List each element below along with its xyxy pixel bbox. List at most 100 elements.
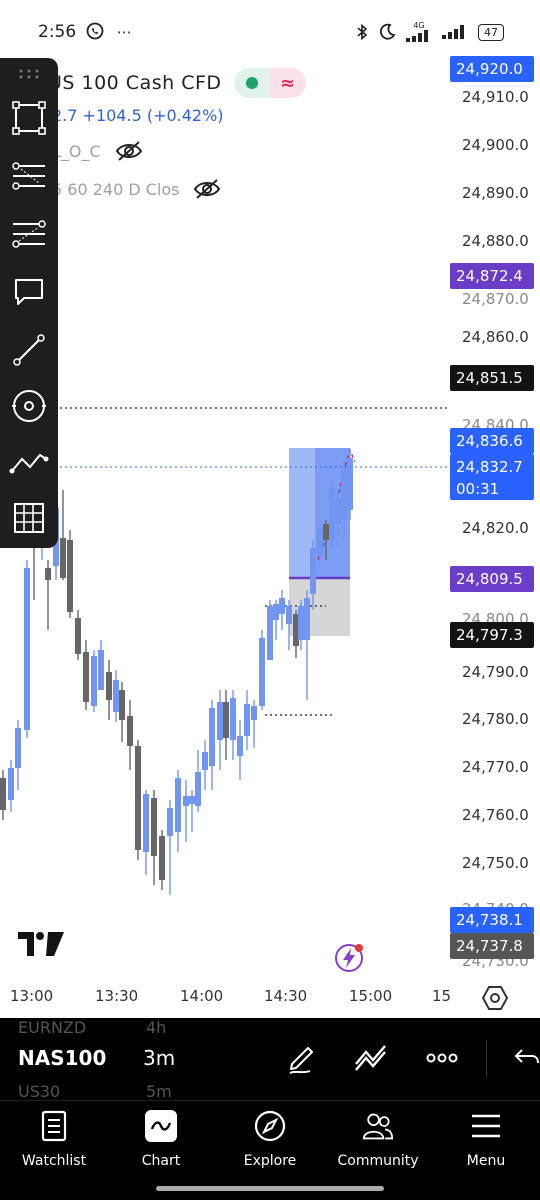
candle-body <box>195 772 201 806</box>
watchlist-icon <box>38 1109 70 1143</box>
tool-circle[interactable] <box>9 386 49 426</box>
candle-body <box>223 702 229 738</box>
candle-body <box>202 752 208 770</box>
price-label-black-lower: 24,797.3 <box>450 622 534 648</box>
indicator-row-1[interactable]: L_O_C <box>52 140 143 162</box>
candle-body <box>98 650 104 690</box>
timeframe-current[interactable]: 3m <box>143 1046 175 1070</box>
candle-body <box>237 736 243 756</box>
candle-body <box>0 778 6 810</box>
symbol-prev[interactable]: EURNZD <box>18 1018 86 1037</box>
buy-sell-pill[interactable]: ≈ <box>233 68 306 98</box>
home-indicator[interactable] <box>156 1186 384 1191</box>
candle-body <box>83 652 89 702</box>
tool-trend-line[interactable] <box>9 330 49 370</box>
time-label: 15:00 <box>349 987 393 1005</box>
candle-body <box>45 568 51 580</box>
tool-grid[interactable] <box>9 498 49 538</box>
tool-rectangle[interactable] <box>9 98 49 138</box>
eye-off-icon[interactable] <box>193 178 221 200</box>
candle-body <box>127 716 133 746</box>
horizontal-lines-icon <box>12 162 45 190</box>
system-icons: 4G 47 <box>356 22 504 42</box>
price-tick: 24,880.0 <box>462 232 529 250</box>
nav-chart[interactable]: Chart <box>111 1109 211 1173</box>
path-icon <box>9 453 49 474</box>
chart-icon <box>145 1109 177 1143</box>
symbol-current[interactable]: NAS100 <box>18 1046 106 1070</box>
candle-body <box>67 540 73 612</box>
candle-body <box>244 704 250 736</box>
nav-menu[interactable]: Menu <box>436 1109 536 1173</box>
nav-community[interactable]: Community <box>328 1109 428 1173</box>
candle-body <box>298 606 304 640</box>
pitchfork-icon <box>12 220 46 248</box>
battery-icon: 47 <box>478 23 504 41</box>
tool-comment[interactable] <box>9 272 49 312</box>
drawing-toolbar[interactable] <box>0 58 58 548</box>
candle-body <box>304 598 310 640</box>
symbol-next[interactable]: US30 <box>18 1082 60 1100</box>
candle-body <box>267 606 273 660</box>
candle-body <box>60 538 66 578</box>
candle-body <box>75 618 81 654</box>
symbol-title[interactable]: US 100 Cash CFD <box>48 72 222 94</box>
undo-icon[interactable] <box>508 1040 540 1076</box>
candle-body <box>15 728 21 768</box>
wave-icon: ≈ <box>269 68 306 98</box>
price-tick: 24,750.0 <box>462 854 529 872</box>
candle-body <box>286 606 292 624</box>
nav-explore[interactable]: Explore <box>220 1109 320 1173</box>
price-tick: 24,910.0 <box>462 88 529 106</box>
time-label: 13:30 <box>95 987 139 1005</box>
nav-watchlist[interactable]: Watchlist <box>4 1109 104 1173</box>
candle-body <box>135 746 141 850</box>
trend-line-icon <box>13 334 45 366</box>
nav-label: Watchlist <box>21 1153 87 1169</box>
candle-body <box>341 470 347 520</box>
candle-body <box>230 698 236 740</box>
tool-horizontal-lines[interactable] <box>9 156 49 196</box>
price-tick: 24,790.0 <box>462 663 529 681</box>
bolt-alert-icon[interactable] <box>333 942 365 974</box>
candle-body <box>8 768 14 800</box>
chart-settings-icon[interactable] <box>482 985 508 1011</box>
candle-body <box>24 568 30 730</box>
indicator-row-2[interactable]: 5 60 240 D Clos <box>52 178 221 200</box>
indicator-label-1: L_O_C <box>52 141 101 161</box>
timeframe-prev[interactable]: 4h <box>146 1018 166 1037</box>
price-label-blue-lower: 24,738.1 <box>450 907 534 933</box>
bottom-navigation[interactable]: Watchlist Chart Explore Community Menu <box>0 1100 540 1176</box>
market-open-indicator <box>233 68 270 98</box>
price-change: 2.7 +104.5 (+0.42%) <box>52 106 224 125</box>
timeframe-next[interactable]: 5m <box>146 1082 172 1100</box>
whatsapp-icon <box>86 22 104 40</box>
symbol-header[interactable]: US 100 Cash CFD ≈ <box>48 68 306 98</box>
candle-body <box>310 548 316 594</box>
price-tick: 24,770.0 <box>462 758 529 776</box>
status-bar: 2:56 ⋯ 4G 47 <box>0 0 540 58</box>
candle-body <box>251 706 257 720</box>
candle-body <box>119 690 125 720</box>
eye-off-icon[interactable] <box>115 140 143 162</box>
chart-area[interactable] <box>0 58 540 1018</box>
candle-body <box>335 498 341 524</box>
candlestick-chart[interactable] <box>0 58 540 1018</box>
moon-icon <box>379 23 396 40</box>
price-label-purple-upper: 24,872.4 <box>450 263 534 289</box>
comment-icon <box>15 279 43 305</box>
tool-pitchfork[interactable] <box>9 214 49 254</box>
candle-body <box>217 702 223 740</box>
symbol-bar[interactable]: EURNZD 4h NAS100 3m US30 5m <box>0 1018 540 1100</box>
last-price: 24,832.7 <box>456 458 523 476</box>
price-tick: 24,780.0 <box>462 710 529 728</box>
indicators-icon[interactable] <box>353 1040 389 1076</box>
pencil-draw-icon[interactable] <box>284 1040 320 1076</box>
time-label: 15 <box>432 987 452 1005</box>
network-type: 4G <box>406 22 432 42</box>
candle-body <box>113 680 119 712</box>
candle-body <box>183 796 189 806</box>
drag-handle-icon[interactable] <box>18 68 40 80</box>
more-options-icon[interactable] <box>424 1040 460 1076</box>
tool-path[interactable] <box>9 442 49 482</box>
